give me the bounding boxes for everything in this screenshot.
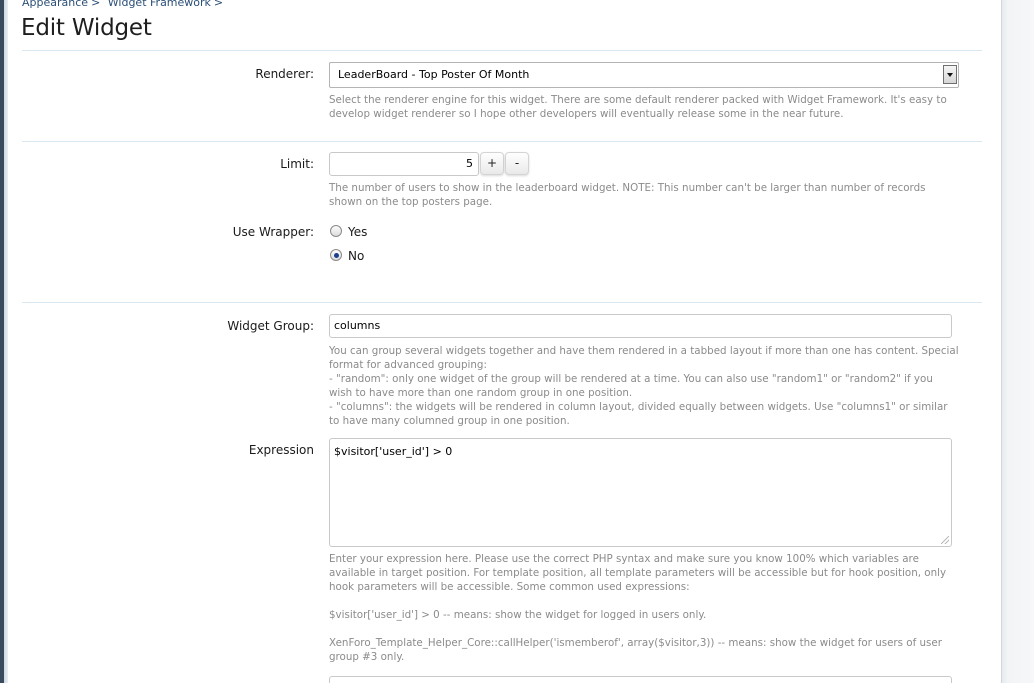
section-divider bbox=[22, 50, 982, 51]
expression-label: Expression bbox=[248, 443, 314, 457]
radio-button-yes[interactable] bbox=[330, 225, 342, 237]
use-wrapper-no-label[interactable]: No bbox=[348, 249, 364, 263]
breadcrumb-separator: > bbox=[91, 0, 101, 9]
page-title: Edit Widget bbox=[21, 15, 152, 41]
page-background-right bbox=[1001, 0, 1034, 683]
expression-textarea[interactable]: $visitor['user_id'] > 0 bbox=[329, 438, 952, 547]
renderer-hint: Select the renderer engine for this widg… bbox=[329, 94, 947, 120]
widget-group-hint-line: You can group several widgets together a… bbox=[329, 345, 959, 371]
widget-group-hint-line: - "columns": the widgets will be rendere… bbox=[329, 401, 948, 427]
limit-decrement-button[interactable]: - bbox=[505, 152, 529, 175]
content-left-border bbox=[4, 0, 8, 683]
expression-hint-paragraph: Enter your expression here. Please use t… bbox=[329, 553, 947, 593]
next-field-input[interactable] bbox=[329, 676, 952, 683]
expression-hint-paragraph: XenForo_Template_Helper_Core::callHelper… bbox=[329, 637, 942, 663]
limit-increment-button[interactable]: + bbox=[480, 152, 504, 175]
widget-group-hint-line: - "random": only one widget of the group… bbox=[329, 373, 933, 399]
section-divider bbox=[22, 302, 982, 303]
expression-hint: Enter your expression here. Please use t… bbox=[329, 552, 959, 664]
resize-grip-icon[interactable] bbox=[941, 536, 949, 544]
expression-textarea-value: $visitor['user_id'] > 0 bbox=[334, 445, 453, 458]
main-content: Appearance > Widget Framework > Edit Widge… bbox=[4, 0, 1001, 683]
use-wrapper-yes-option[interactable]: Yes bbox=[330, 225, 367, 239]
renderer-label: Renderer: bbox=[255, 67, 314, 81]
radio-button-no[interactable] bbox=[330, 249, 342, 261]
use-wrapper-label: Use Wrapper: bbox=[232, 225, 314, 239]
limit-label: Limit: bbox=[280, 157, 314, 171]
section-divider bbox=[22, 141, 982, 142]
widget-group-hint: You can group several widgets together a… bbox=[329, 344, 959, 428]
use-wrapper-yes-label[interactable]: Yes bbox=[348, 225, 367, 239]
breadcrumb: Appearance > Widget Framework > bbox=[22, 0, 227, 9]
widget-group-input[interactable]: columns bbox=[329, 314, 952, 338]
widget-group-label: Widget Group: bbox=[227, 319, 314, 333]
expression-hint-paragraph: $visitor['user_id'] > 0 -- means: show t… bbox=[329, 609, 707, 621]
limit-input[interactable]: 5 bbox=[329, 152, 479, 176]
chevron-down-icon[interactable] bbox=[943, 65, 957, 84]
breadcrumb-appearance[interactable]: Appearance bbox=[22, 0, 88, 9]
use-wrapper-no-option[interactable]: No bbox=[330, 249, 364, 263]
breadcrumb-widget-framework[interactable]: Widget Framework bbox=[108, 0, 211, 9]
renderer-select[interactable]: LeaderBoard - Top Poster Of Month bbox=[329, 62, 959, 88]
limit-hint: The number of users to show in the leade… bbox=[329, 182, 926, 208]
renderer-select-value: LeaderBoard - Top Poster Of Month bbox=[338, 68, 530, 81]
breadcrumb-separator: > bbox=[213, 0, 224, 9]
